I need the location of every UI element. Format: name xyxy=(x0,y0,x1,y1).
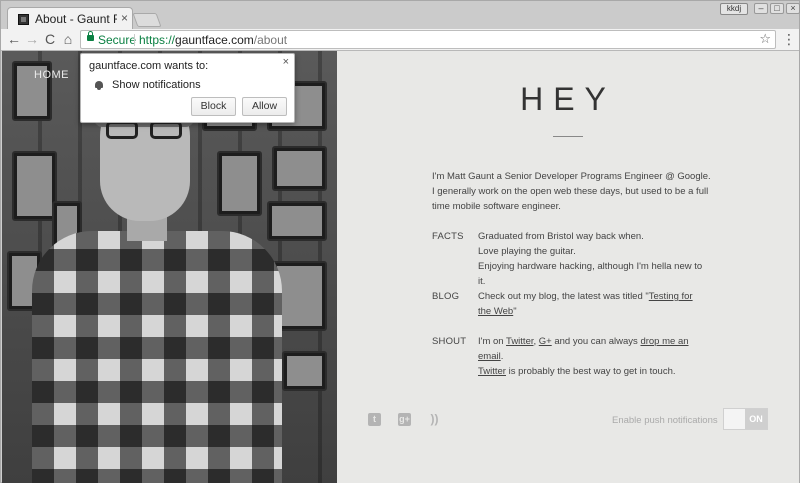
maximize-icon[interactable]: □ xyxy=(770,3,784,14)
rss-icon[interactable]: )) xyxy=(428,413,441,426)
shout-text: I'm on Twitter, G+ and you can always dr… xyxy=(478,334,708,379)
minimize-icon[interactable]: – xyxy=(754,3,768,14)
tab-about[interactable]: About - Gaunt Fa × xyxy=(7,7,133,30)
address-bar[interactable]: Secure https://gauntface.com/about ☆ xyxy=(80,30,776,49)
tab-strip: About - Gaunt Fa × kkdj – □ × xyxy=(1,1,800,30)
blog-prefix: Check out my blog, the latest was titled… xyxy=(478,291,649,302)
tab-title: About - Gaunt Fa xyxy=(35,12,117,26)
twitter-link[interactable]: Twitter xyxy=(506,336,533,347)
window-close-icon[interactable]: × xyxy=(786,3,800,14)
wall-device xyxy=(267,201,327,241)
prompt-title: gauntface.com wants to: xyxy=(89,60,209,72)
google-plus-icon[interactable]: g+ xyxy=(398,413,411,426)
new-tab-button[interactable] xyxy=(132,13,162,27)
shout-text-4: . xyxy=(500,351,504,362)
favicon-icon xyxy=(18,14,29,25)
notification-permission-prompt: gauntface.com wants to: × Show notificat… xyxy=(80,53,295,123)
facts-list: Graduated from Bristol way back when. Lo… xyxy=(478,229,708,289)
home-icon[interactable]: ⌂ xyxy=(59,30,77,48)
forward-icon[interactable]: → xyxy=(23,30,41,48)
title-divider xyxy=(553,136,583,137)
tab-close-icon[interactable]: × xyxy=(121,11,128,25)
nav-home-link[interactable]: HOME xyxy=(34,69,69,81)
page-title: HEY xyxy=(520,81,616,117)
lock-icon xyxy=(87,31,94,41)
fact-item: Love playing the guitar. xyxy=(478,246,576,257)
intro-text: I'm Matt Gaunt a Senior Developer Progra… xyxy=(432,171,711,212)
facts-label: FACTS xyxy=(432,231,464,242)
allow-button[interactable]: Allow xyxy=(242,97,287,116)
bookmark-star-icon[interactable]: ☆ xyxy=(759,31,771,47)
push-notifications-toggle[interactable]: ON xyxy=(723,408,768,430)
fact-item: Enjoying hardware hacking, although I'm … xyxy=(478,261,703,287)
wall-device xyxy=(217,151,262,216)
url-path: /about xyxy=(253,33,288,47)
wall-device xyxy=(282,351,327,391)
wall-device xyxy=(12,151,57,221)
twitter-icon[interactable]: t xyxy=(368,413,381,426)
secure-label: Secure xyxy=(98,33,137,47)
person-glasses xyxy=(106,121,186,141)
bell-icon xyxy=(95,81,103,90)
shout-text-1: I'm on xyxy=(478,336,507,347)
blog-text: Check out my blog, the latest was titled… xyxy=(478,289,708,319)
url-text[interactable]: https://gauntface.com/about xyxy=(139,33,287,47)
blog-suffix: " xyxy=(513,306,517,317)
person-shirt xyxy=(32,231,282,483)
google-plus-link[interactable]: G+ xyxy=(539,336,552,347)
shout-label: SHOUT xyxy=(432,336,467,347)
menu-icon[interactable]: ⋮ xyxy=(782,31,796,47)
url-host: gauntface.com xyxy=(175,33,254,47)
fact-item: Graduated from Bristol way back when. xyxy=(478,231,644,242)
block-button[interactable]: Block xyxy=(191,97,236,116)
reload-icon[interactable]: C xyxy=(41,30,59,48)
blog-label: BLOG xyxy=(432,291,460,302)
push-notifications-label: Enable push notifications xyxy=(612,415,718,426)
wall-device xyxy=(272,146,327,191)
divider xyxy=(134,34,135,46)
prompt-close-icon[interactable]: × xyxy=(283,56,289,68)
back-icon[interactable]: ← xyxy=(5,30,23,48)
profile-badge[interactable]: kkdj xyxy=(720,3,748,15)
toolbar: ← → C ⌂ Secure https://gauntface.com/abo… xyxy=(1,29,799,51)
twitter-link-2[interactable]: Twitter xyxy=(478,366,506,377)
url-scheme: https:// xyxy=(139,33,176,47)
shout-text-3: and you can always xyxy=(551,336,641,347)
about-content: HEY I'm Matt Gaunt a Senior Developer Pr… xyxy=(337,51,799,483)
shout-text-5: is probably the best way to get in touch… xyxy=(505,366,676,377)
browser-window: About - Gaunt Fa × kkdj – □ × ← → C ⌂ Se… xyxy=(0,0,800,483)
toggle-state: ON xyxy=(745,409,767,429)
permission-label: Show notifications xyxy=(112,79,201,91)
